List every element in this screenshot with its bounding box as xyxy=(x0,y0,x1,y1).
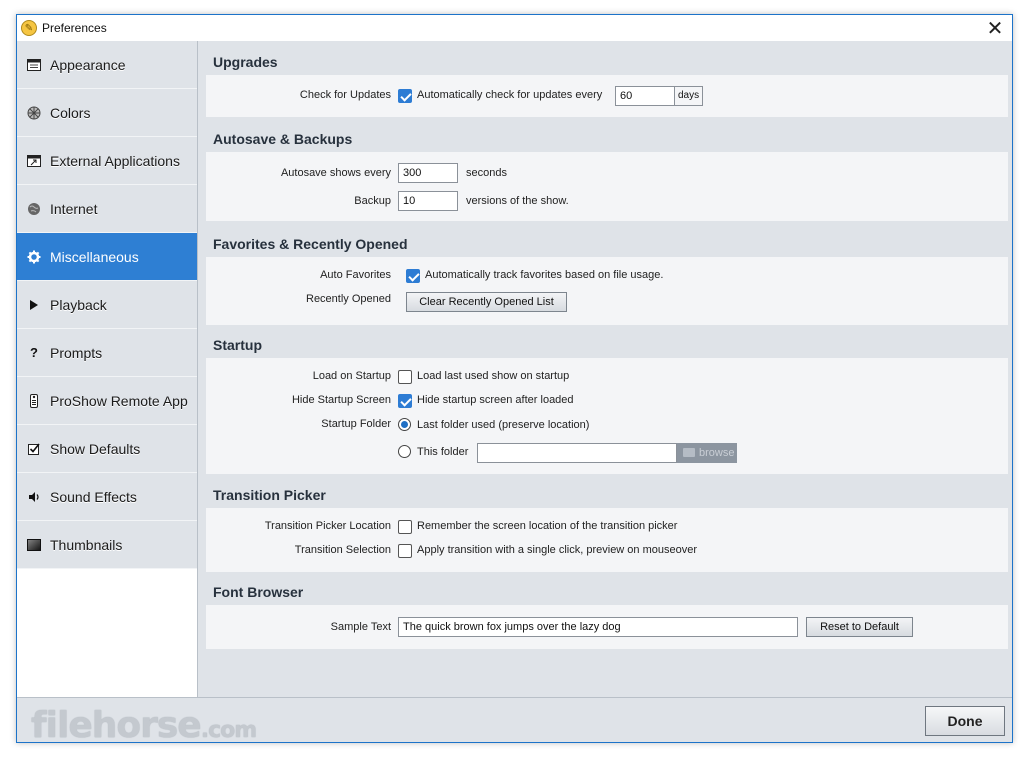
startup-section-title: Startup xyxy=(213,337,262,353)
sidebar-item-label: Playback xyxy=(50,296,107,313)
autosave-section-title: Autosave & Backups xyxy=(213,131,353,147)
last-folder-radio[interactable] xyxy=(398,418,411,431)
auto-update-text: Automatically check for updates every xyxy=(417,89,603,101)
load-on-startup-text: Load last used show on startup xyxy=(417,370,570,382)
font-section-title: Font Browser xyxy=(213,584,304,600)
hide-startup-label: Hide Startup Screen xyxy=(291,394,391,406)
done-button[interactable]: Done xyxy=(925,706,1005,736)
recently-opened-label: Recently Opened xyxy=(306,293,391,305)
sidebar-item-label: Prompts xyxy=(50,344,103,361)
sidebar-item-thumbnails[interactable]: Thumbnails xyxy=(17,521,197,569)
backup-unit-label: versions of the show. xyxy=(466,195,569,207)
autosave-panel: Autosave shows every seconds Backup vers… xyxy=(206,152,1008,221)
transition-location-checkbox[interactable] xyxy=(398,520,412,534)
question-icon: ? xyxy=(30,345,38,360)
globe-icon xyxy=(26,201,42,217)
sidebar-item-colors[interactable]: Colors xyxy=(17,89,197,137)
favorites-section-title: Favorites & Recently Opened xyxy=(213,236,408,252)
days-unit-label: days xyxy=(675,86,704,106)
sidebar-item-label: Show Defaults xyxy=(50,440,141,457)
sidebar-item-label: Colors xyxy=(50,104,91,121)
sample-text-label: Sample Text xyxy=(330,621,391,633)
clear-recent-button[interactable]: Clear Recently Opened List xyxy=(406,292,567,312)
transition-section-title: Transition Picker xyxy=(213,487,326,503)
sidebar-item-label: Sound Effects xyxy=(50,488,137,505)
load-on-startup-checkbox[interactable] xyxy=(398,370,412,384)
transition-location-label: Transition Picker Location xyxy=(264,520,391,532)
close-button[interactable]: ✕ xyxy=(978,15,1012,41)
sidebar-item-label: Thumbnails xyxy=(50,536,123,553)
sidebar-item-label: Appearance xyxy=(50,56,126,73)
sidebar-item-label: Miscellaneous xyxy=(50,248,139,265)
auto-favorites-text: Automatically track favorites based on f… xyxy=(425,269,664,281)
colors-icon xyxy=(26,105,42,121)
sidebar-item-label: ProShow Remote App xyxy=(50,392,188,409)
thumbnail-icon xyxy=(26,537,42,553)
sidebar-item-internet[interactable]: Internet xyxy=(17,185,197,233)
browse-button[interactable]: browse xyxy=(677,443,737,463)
sidebar-item-show-defaults[interactable]: Show Defaults xyxy=(17,425,197,473)
proshow-app-icon: ✎ xyxy=(21,20,37,36)
font-panel: Sample Text Reset to Default xyxy=(206,605,1008,649)
checkbox-icon xyxy=(26,441,42,457)
sidebar-item-proshow-remote-app[interactable]: ProShow Remote App xyxy=(17,377,197,425)
auto-favorites-label: Auto Favorites xyxy=(320,269,391,281)
sidebar-item-playback[interactable]: Playback xyxy=(17,281,197,329)
settings-content: Upgrades Check for Updates Automatically… xyxy=(199,41,1012,697)
speaker-icon xyxy=(26,489,42,505)
autosave-label: Autosave shows every xyxy=(280,167,391,179)
sidebar-item-external-applications[interactable]: External Applications xyxy=(17,137,197,185)
seconds-unit-label: seconds xyxy=(466,167,507,179)
window-title: Preferences xyxy=(42,21,107,35)
backup-versions-input[interactable] xyxy=(398,191,458,211)
upgrades-section-title: Upgrades xyxy=(213,54,278,70)
sample-text-input[interactable] xyxy=(398,617,798,637)
startup-panel: Load on Startup Load last used show on s… xyxy=(206,358,1008,474)
this-folder-radio[interactable] xyxy=(398,445,411,458)
check-for-updates-label: Check for Updates xyxy=(299,89,391,101)
transition-selection-checkbox[interactable] xyxy=(398,544,412,558)
external-apps-icon xyxy=(26,153,42,169)
filehorse-watermark-logo: filehorse.com xyxy=(31,705,257,743)
title-bar: ✎ Preferences ✕ xyxy=(17,15,1012,41)
reset-to-default-button[interactable]: Reset to Default xyxy=(806,617,913,637)
sidebar-item-label: Internet xyxy=(50,200,98,217)
preferences-window: ✎ Preferences ✕ Appearance Colors Extern… xyxy=(16,14,1013,743)
dialog-footer: filehorse.com Done xyxy=(17,697,1012,743)
hide-startup-checkbox[interactable] xyxy=(398,394,412,408)
browse-label: browse xyxy=(699,447,735,459)
sidebar: Appearance Colors External Applications … xyxy=(17,41,198,697)
update-days-input[interactable] xyxy=(615,86,675,106)
remote-icon xyxy=(26,393,42,409)
sidebar-item-sound-effects[interactable]: Sound Effects xyxy=(17,473,197,521)
transition-selection-label: Transition Selection xyxy=(294,544,391,556)
auto-favorites-checkbox[interactable] xyxy=(406,269,420,283)
backup-label: Backup xyxy=(354,195,391,207)
favorites-panel: Auto Favorites Automatically track favor… xyxy=(206,257,1008,325)
transition-selection-text: Apply transition with a single click, pr… xyxy=(417,544,698,556)
autosave-seconds-input[interactable] xyxy=(398,163,458,183)
load-on-startup-label: Load on Startup xyxy=(312,370,391,382)
sidebar-item-appearance[interactable]: Appearance xyxy=(17,41,197,89)
sidebar-item-miscellaneous[interactable]: Miscellaneous xyxy=(17,233,197,281)
gear-icon xyxy=(26,249,42,265)
startup-folder-label: Startup Folder xyxy=(321,418,391,430)
sidebar-item-prompts[interactable]: ? Prompts xyxy=(17,329,197,377)
play-icon xyxy=(26,297,42,313)
upgrades-panel: Check for Updates Automatically check fo… xyxy=(206,75,1008,117)
folder-icon xyxy=(683,448,695,457)
appearance-icon xyxy=(26,57,42,73)
auto-update-checkbox[interactable] xyxy=(398,89,412,103)
last-folder-text: Last folder used (preserve location) xyxy=(417,419,590,431)
this-folder-text: This folder xyxy=(417,446,469,458)
transition-panel: Transition Picker Location Remember the … xyxy=(206,508,1008,572)
transition-location-text: Remember the screen location of the tran… xyxy=(417,520,678,532)
startup-folder-input[interactable] xyxy=(477,443,677,463)
sidebar-item-label: External Applications xyxy=(50,152,180,169)
hide-startup-text: Hide startup screen after loaded xyxy=(417,394,574,406)
close-icon: ✕ xyxy=(986,16,1004,40)
